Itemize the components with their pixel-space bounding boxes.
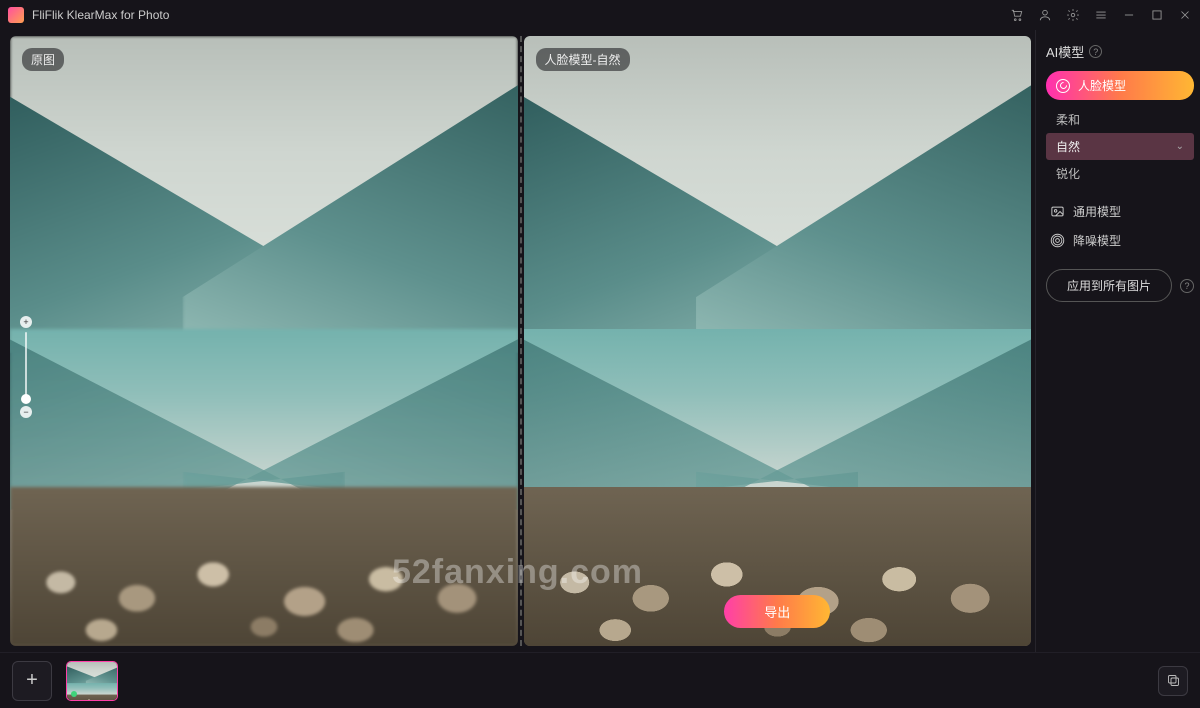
titlebar: FliFlik KlearMax for Photo	[0, 0, 1200, 30]
denoise-model-label: 降噪模型	[1073, 232, 1121, 249]
copy-icon	[1166, 673, 1181, 688]
sub-natural[interactable]: 自然⌄	[1046, 133, 1194, 160]
face-model-label: 人脸模型	[1078, 77, 1126, 94]
help-icon[interactable]: ?	[1089, 45, 1102, 58]
original-pane[interactable]: 原图 + −	[10, 36, 518, 646]
original-image	[10, 36, 518, 646]
chevron-down-icon: ⌄	[1176, 141, 1184, 152]
app-logo	[8, 7, 24, 23]
titlebar-left: FliFlik KlearMax for Photo	[8, 7, 169, 23]
apply-row: 应用到所有图片 ?	[1046, 269, 1194, 302]
general-model-label: 通用模型	[1073, 203, 1121, 220]
result-image	[524, 36, 1032, 646]
denoise-model-button[interactable]: 降噪模型	[1046, 226, 1194, 255]
zoom-in-button[interactable]: +	[20, 316, 32, 328]
image-icon	[1050, 204, 1065, 219]
side-panel: AI模型 ? 人脸模型 柔和 自然⌄ 锐化 通用模型 降噪模型 应用到所有图片 …	[1035, 30, 1200, 652]
face-model-sublist: 柔和 自然⌄ 锐化	[1046, 106, 1194, 187]
result-pane[interactable]: 人脸模型-自然 导出	[524, 36, 1032, 646]
zoom-out-button[interactable]: −	[20, 406, 32, 418]
titlebar-controls	[1010, 8, 1192, 22]
sub-soft[interactable]: 柔和	[1046, 106, 1194, 133]
result-label: 人脸模型-自然	[536, 48, 630, 71]
bottombar: +	[0, 652, 1200, 708]
original-label: 原图	[22, 48, 64, 71]
image-viewer: 原图 + − 人脸模型-自然 导出 52fanxing.com	[0, 30, 1035, 652]
apply-all-button[interactable]: 应用到所有图片	[1046, 269, 1172, 302]
pane-divider[interactable]	[520, 36, 522, 646]
face-icon	[1056, 79, 1070, 93]
close-icon[interactable]	[1178, 8, 1192, 22]
zoom-track[interactable]	[25, 332, 27, 402]
general-model-button[interactable]: 通用模型	[1046, 197, 1194, 226]
compare-button[interactable]	[1158, 666, 1188, 696]
minimize-icon[interactable]	[1122, 8, 1136, 22]
gear-icon[interactable]	[1066, 8, 1080, 22]
main: 原图 + − 人脸模型-自然 导出 52fanxing.com AI模型	[0, 30, 1200, 652]
denoise-icon	[1050, 233, 1065, 248]
user-icon[interactable]	[1038, 8, 1052, 22]
zoom-thumb[interactable]	[21, 394, 31, 404]
cart-icon[interactable]	[1010, 8, 1024, 22]
export-button[interactable]: 导出	[724, 595, 830, 628]
sidebar-title: AI模型	[1046, 42, 1084, 61]
maximize-icon[interactable]	[1150, 8, 1164, 22]
sidebar-header: AI模型 ?	[1046, 42, 1194, 61]
app-title: FliFlik KlearMax for Photo	[32, 8, 169, 22]
add-image-button[interactable]: +	[12, 661, 52, 701]
face-model-button[interactable]: 人脸模型	[1046, 71, 1194, 100]
status-dot	[71, 691, 77, 697]
sub-sharp[interactable]: 锐化	[1046, 160, 1194, 187]
apply-help-icon[interactable]: ?	[1180, 279, 1194, 293]
menu-icon[interactable]	[1094, 8, 1108, 22]
thumbnail[interactable]	[66, 661, 118, 701]
zoom-control[interactable]: + −	[20, 316, 32, 418]
